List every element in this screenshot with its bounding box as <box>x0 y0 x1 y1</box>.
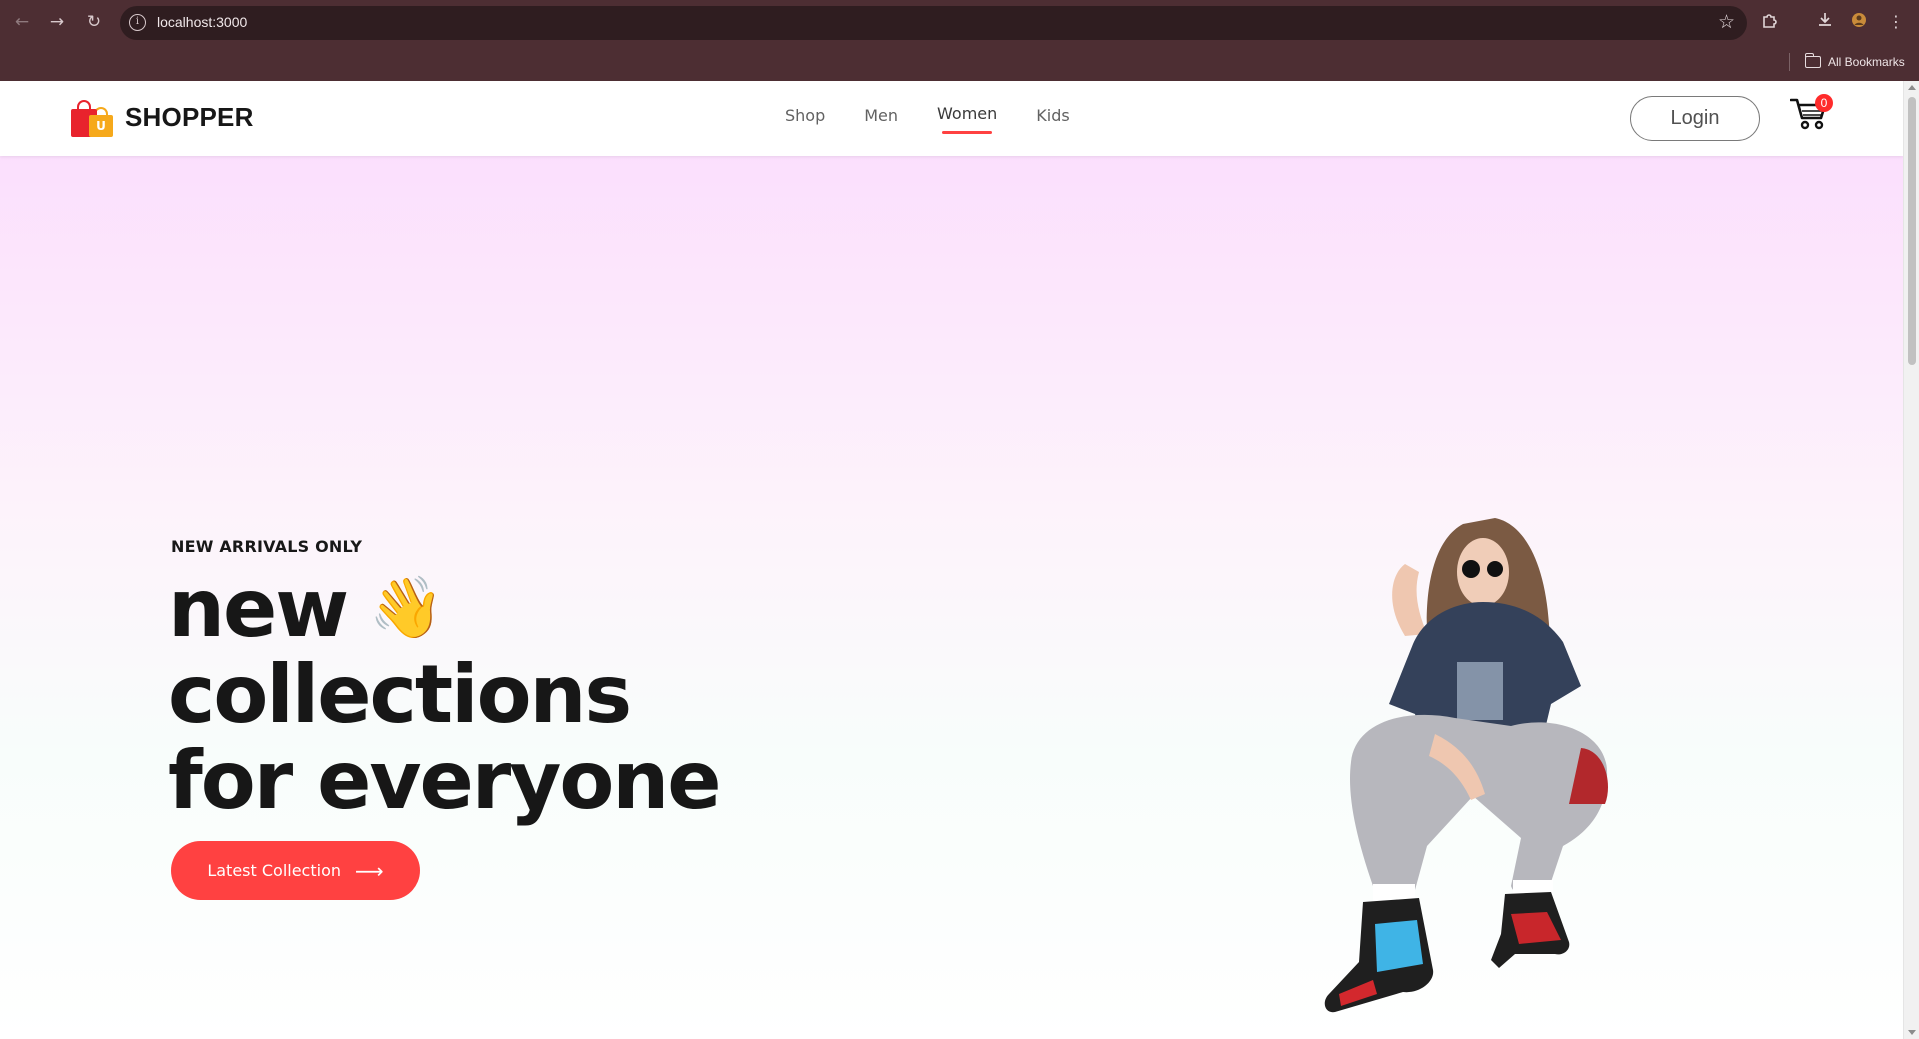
hero-headline: new 👋 collections for everyone <box>168 565 722 827</box>
active-menu-underline <box>942 131 993 134</box>
login-button[interactable]: Login <box>1630 96 1760 141</box>
menu-item-shop[interactable]: Shop <box>785 106 825 125</box>
menu-item-label: Women <box>937 104 998 123</box>
kebab-menu-icon[interactable]: ⋮ <box>1885 11 1907 33</box>
scroll-down-arrow-icon[interactable] <box>1908 1030 1916 1035</box>
download-icon[interactable] <box>1814 11 1836 33</box>
brand-name: SHOPPER <box>125 101 254 132</box>
arrow-right-icon: ⟶ <box>355 858 384 883</box>
bookmarks-bar: All Bookmarks <box>0 45 1919 81</box>
scroll-up-arrow-icon[interactable] <box>1908 85 1916 90</box>
folder-icon <box>1804 53 1821 68</box>
all-bookmarks-label: All Bookmarks <box>1828 55 1905 69</box>
cart-count-badge: 0 <box>1815 94 1833 112</box>
all-bookmarks-button[interactable]: All Bookmarks <box>1804 51 1905 73</box>
menu-item-kids[interactable]: Kids <box>1036 106 1069 125</box>
menu-item-label: Kids <box>1036 106 1070 125</box>
info-icon[interactable]: i <box>129 14 146 31</box>
page-scrollbar[interactable] <box>1903 81 1919 1039</box>
browser-chrome: ← → ↻ i localhost:3000 ☆ ⋮ All Bookmarks <box>0 0 1919 81</box>
puzzle-icon[interactable] <box>1759 11 1781 33</box>
latest-collection-button[interactable]: Latest Collection ⟶ <box>171 841 420 900</box>
site-logo[interactable]: U SHOPPER <box>71 97 254 137</box>
page-viewport: U SHOPPER Shop Men Women Kids Login 0 NE… <box>0 81 1903 1039</box>
logo-letter: U <box>89 115 113 137</box>
forward-arrow-icon[interactable]: → <box>46 11 68 33</box>
headline-text: new <box>168 562 349 655</box>
menu-item-men[interactable]: Men <box>864 106 898 125</box>
browser-toolbar: ← → ↻ i localhost:3000 ☆ ⋮ <box>0 0 1919 45</box>
waving-hand-icon: 👋 <box>369 573 444 643</box>
hero-eyebrow: NEW ARRIVALS ONLY <box>171 537 363 556</box>
menu-item-label: Shop <box>785 106 826 125</box>
scrollbar-thumb[interactable] <box>1908 97 1916 365</box>
menu-item-women[interactable]: Women <box>937 104 998 134</box>
url-text[interactable]: localhost:3000 <box>157 14 247 30</box>
back-arrow-icon[interactable]: ← <box>11 11 33 33</box>
headline-line-2: collections <box>168 648 632 741</box>
main-menu: Shop Men Women Kids <box>785 104 1109 134</box>
star-icon[interactable]: ☆ <box>1718 11 1735 33</box>
shopping-bag-icon: U <box>71 97 115 137</box>
cta-label: Latest Collection <box>207 861 341 880</box>
site-navbar: U SHOPPER Shop Men Women Kids Login 0 <box>0 81 1903 156</box>
menu-item-label: Men <box>864 106 899 125</box>
hero-model-image <box>1324 518 1608 1013</box>
address-bar[interactable]: i localhost:3000 ☆ <box>120 6 1747 40</box>
reload-icon[interactable]: ↻ <box>83 11 105 33</box>
hero-section: NEW ARRIVALS ONLY new 👋 collections for e… <box>0 156 1903 1039</box>
profile-icon[interactable] <box>1848 11 1870 33</box>
headline-line-3: for everyone <box>168 734 722 827</box>
headline-line-1: new 👋 <box>168 565 720 652</box>
bookmarks-divider <box>1789 53 1790 71</box>
